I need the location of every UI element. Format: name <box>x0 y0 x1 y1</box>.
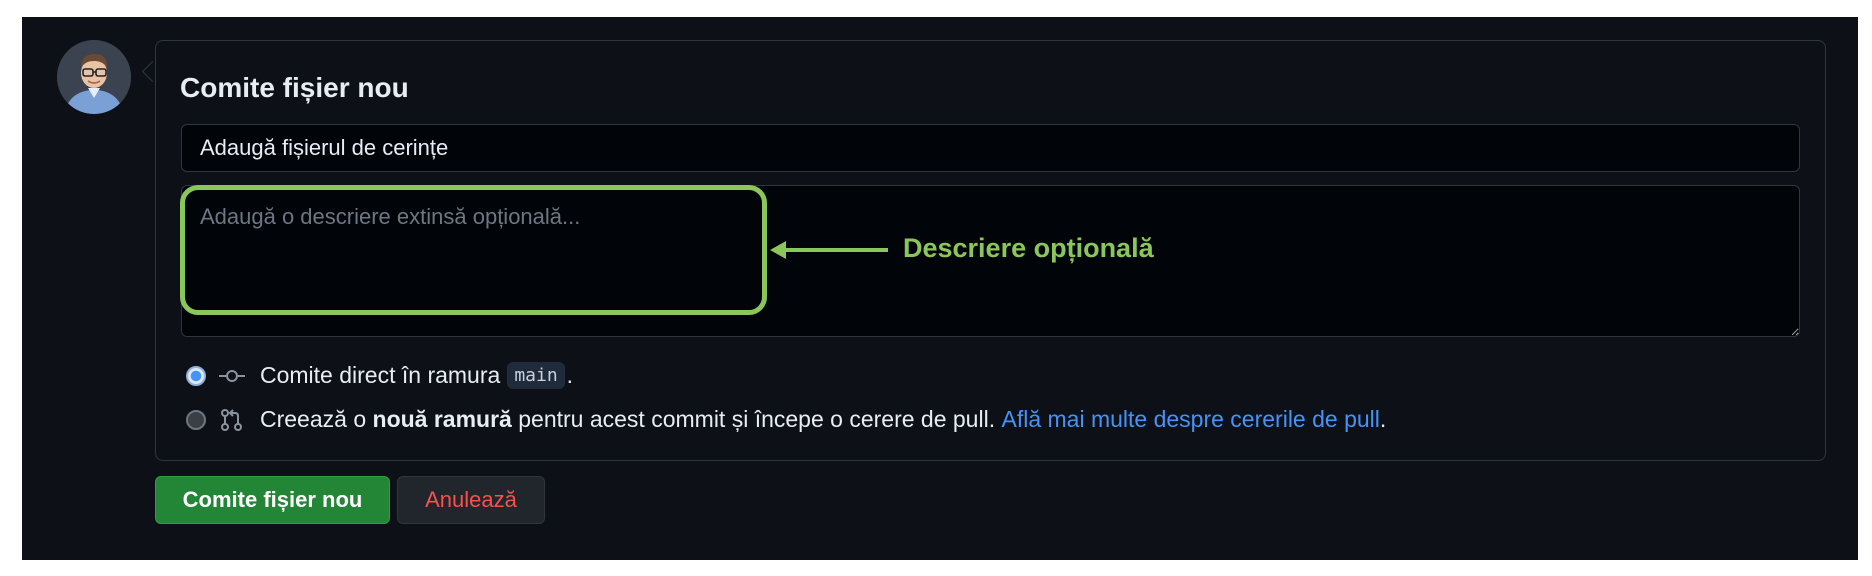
option-direct-text: Comite direct în ramura <box>260 362 501 388</box>
option-new-branch-middle: pentru acest commit și începe o cerere d… <box>518 406 996 432</box>
option-new-branch-bold: nouă ramură <box>372 406 512 432</box>
option-new-branch-text: Creează o <box>260 406 367 432</box>
user-avatar-image <box>57 40 131 114</box>
commit-heading: Comite fișier nou <box>180 72 409 103</box>
radio-direct-commit[interactable] <box>186 365 206 386</box>
cancel-button[interactable]: Anulează <box>397 476 545 524</box>
learn-more-link[interactable]: Află mai multe despre cererile de pull <box>1001 406 1379 433</box>
commit-summary-input[interactable] <box>181 124 1800 172</box>
annotation-callout: Descriere opțională <box>903 233 1154 263</box>
option-direct-commit[interactable]: Comite direct în ramura main . <box>186 362 573 389</box>
option-new-branch-suffix: . <box>1379 406 1387 432</box>
avatar[interactable] <box>57 40 131 114</box>
git-pull-request-icon <box>221 408 242 431</box>
branch-name-code: main <box>507 362 565 389</box>
commit-new-file-button[interactable]: Comite fișier nou <box>155 476 390 524</box>
option-new-branch[interactable]: Creează o nouă ramură pentru acest commi… <box>186 406 1386 433</box>
option-direct-suffix: . <box>566 362 574 388</box>
radio-new-branch[interactable] <box>186 409 206 430</box>
git-commit-icon <box>219 369 245 382</box>
